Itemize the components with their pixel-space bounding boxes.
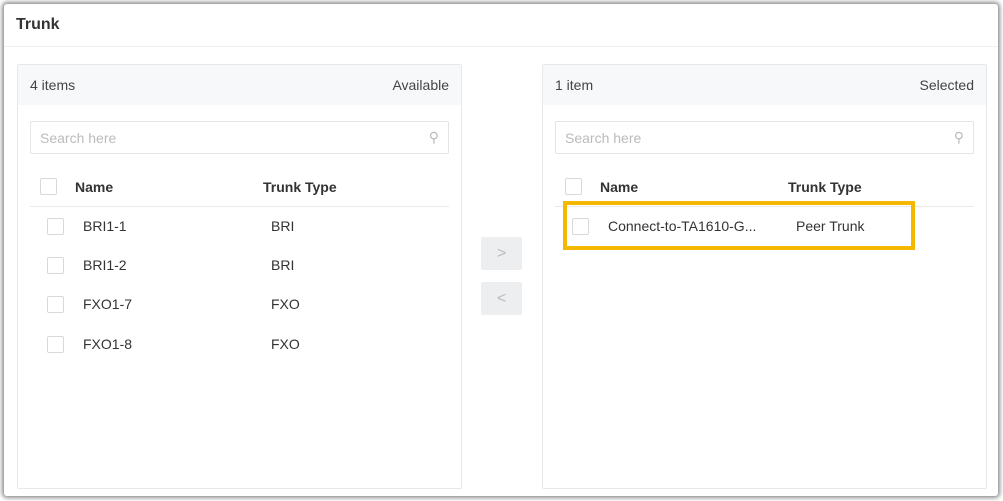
row-checkbox[interactable]: [47, 296, 64, 313]
row-name: FXO1-8: [83, 336, 133, 352]
selected-search[interactable]: ⚲: [555, 121, 974, 154]
page-title: Trunk: [16, 16, 60, 33]
column-trunk-type: Trunk Type: [263, 179, 337, 195]
table-row[interactable]: FXO1-8 FXO: [30, 325, 449, 364]
row-checkbox[interactable]: [47, 257, 64, 274]
selected-panel: 1 itemSelected ⚲ NameTrunk Type Connect-…: [542, 64, 987, 489]
table-row[interactable]: BRI1-1 BRI: [30, 207, 449, 246]
row-checkbox[interactable]: [47, 336, 64, 353]
available-count: 4 items: [30, 77, 76, 93]
selected-search-input[interactable]: [565, 129, 925, 146]
search-icon[interactable]: ⚲: [429, 129, 439, 146]
row-type: FXO: [271, 296, 300, 312]
trunk-window: Trunk 4 items Available ⚲ Name Trunk Type …: [4, 4, 998, 496]
table-row[interactable]: FXO1-7 FXO: [30, 285, 449, 324]
move-right-button[interactable]: >: [481, 237, 522, 270]
column-name: Name: [75, 179, 114, 195]
row-type: BRI: [271, 257, 295, 273]
select-all-checkbox[interactable]: [565, 178, 582, 195]
row-name: BRI1-1: [83, 218, 127, 234]
row-checkbox[interactable]: [47, 218, 64, 235]
search-icon[interactable]: ⚲: [954, 129, 964, 146]
available-search-input[interactable]: [40, 129, 400, 146]
available-search[interactable]: ⚲: [30, 121, 449, 154]
selected-count: 1 item: [555, 77, 594, 93]
select-all-checkbox[interactable]: [40, 178, 57, 195]
row-name: FXO1-7: [83, 296, 133, 312]
row-name: BRI1-2: [83, 257, 127, 273]
row-type: FXO: [271, 336, 300, 352]
available-panel: 4 items Available ⚲ Name Trunk Type BRI1-1…: [17, 64, 462, 489]
divider: [4, 46, 998, 47]
table-row[interactable]: BRI1-2 BRI: [30, 246, 449, 285]
column-name: Name: [600, 179, 639, 195]
available-label: Available: [392, 77, 449, 93]
move-left-button[interactable]: <: [481, 282, 522, 315]
column-trunk-type: Trunk Type: [788, 179, 862, 195]
row-type: BRI: [271, 218, 295, 234]
highlight-box: [563, 201, 915, 250]
selected-label: Selected: [919, 77, 974, 93]
